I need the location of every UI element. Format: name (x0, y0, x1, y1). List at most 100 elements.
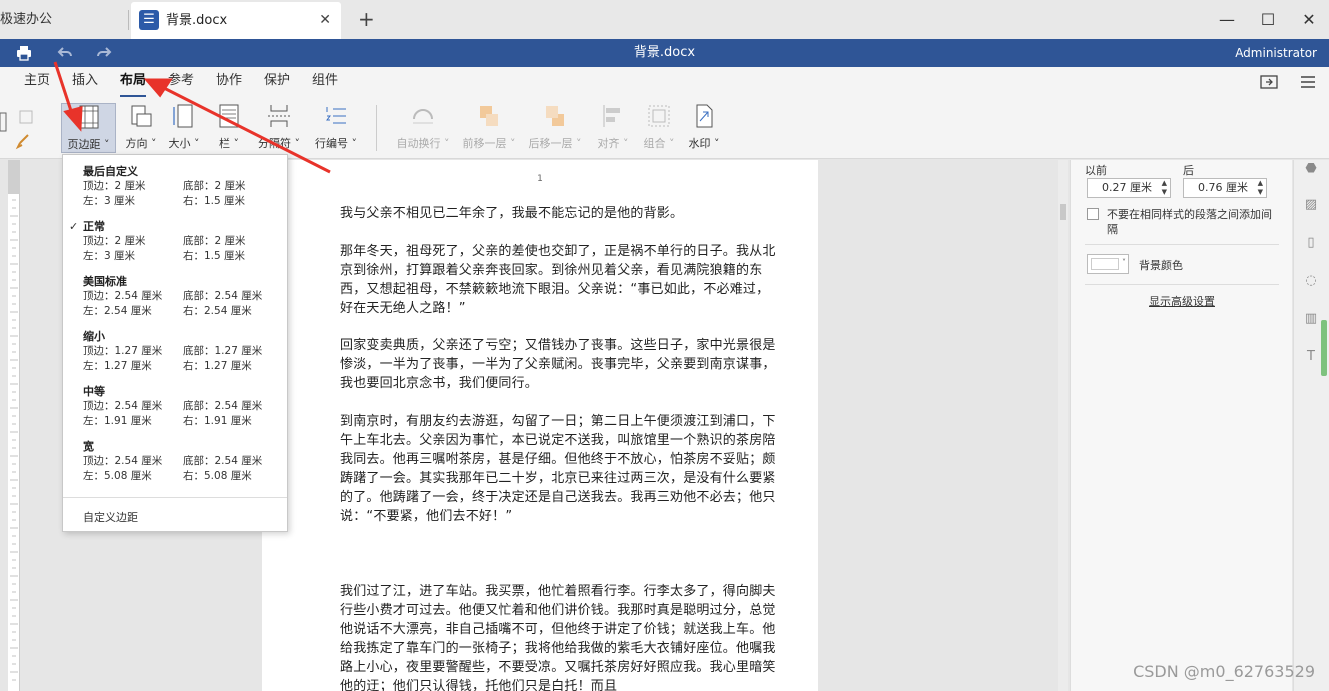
orientation-button[interactable]: 方向 ˅ (122, 103, 160, 153)
tab-components[interactable]: 组件 (312, 67, 338, 95)
watermark-button[interactable]: 水印 ˅ (684, 103, 724, 153)
chart-settings-icon[interactable]: ▥ (1302, 310, 1320, 328)
size-label: 大小 (168, 137, 191, 150)
orientation-label: 方向 (125, 137, 148, 150)
tab-home[interactable]: 主页 (24, 67, 50, 95)
tab-collaborate[interactable]: 协作 (216, 67, 242, 95)
option-title: 宽 (83, 440, 94, 453)
margin-option-us-standard[interactable]: 美国标准 顶边：2.54 厘米 底部：2.54 厘米 左：2.54 厘米 右：2.5… (83, 274, 283, 319)
redo-icon[interactable] (92, 39, 116, 70)
tab-insert[interactable]: 插入 (72, 67, 98, 95)
background-color-picker[interactable]: ˅ (1087, 254, 1129, 274)
paragraph[interactable]: 到南京时，有朋友约去游逛，勾留了一日；第二日上午便须渡江到浦口，下午上车北去。父… (340, 412, 778, 526)
orientation-icon (131, 105, 152, 127)
user-name[interactable]: Administrator (1235, 39, 1317, 67)
tab-app-label: 极速办公 (0, 12, 53, 27)
margin-left-value: 左：1.27 厘米 (83, 360, 152, 372)
spacing-after-value: 0.76 厘米 (1198, 181, 1248, 194)
image-settings-icon[interactable]: ▨ (1302, 196, 1320, 214)
margin-option-last-custom[interactable]: 最后自定义 顶边：2 厘米 底部：2 厘米 左：3 厘米 右：1.5 厘米 (83, 164, 283, 209)
page-number: 1 (537, 174, 543, 184)
columns-button[interactable]: 栏 ˅ (214, 103, 244, 153)
paragraph[interactable]: 我们过了江，进了车站。我买票，他忙着照看行李。行李太多了，得向脚夫行些小费才可过… (340, 582, 778, 691)
right-sidebar: ⬣ ▨ ▯ ◌ ▥ T (1293, 160, 1329, 691)
maximize-button[interactable]: ☐ (1253, 0, 1283, 39)
color-swatch (1091, 258, 1119, 270)
document-icon: ☰ (139, 10, 159, 30)
option-title: 最后自定义 (83, 165, 138, 178)
show-advanced-settings-link[interactable]: 显示高级设置 (1149, 293, 1215, 309)
header-footer-icon[interactable]: ▯ (1302, 234, 1320, 252)
tab-references[interactable]: 参考 (168, 67, 194, 95)
margin-bottom-value: 底部：2 厘米 (183, 180, 246, 192)
spin-arrows-icon[interactable]: ▲ ▼ (1162, 179, 1167, 197)
tab-document-title: 背景.docx (166, 13, 228, 28)
document-page[interactable]: 1 我与父亲不相见已二年余了，我最不能忘记的是他的背影。 那年冬天，祖母死了，父… (262, 160, 818, 691)
zoom-slider[interactable] (1321, 320, 1327, 376)
breaks-icon (268, 105, 290, 127)
no-space-label: 不要在相同样式的段落之间添加间隔 (1107, 208, 1272, 236)
tab-close-icon[interactable]: ✕ (319, 2, 331, 39)
margin-bottom-value: 底部：2.54 厘米 (183, 400, 263, 412)
line-numbers-button[interactable]: 行编号 ˅ (312, 103, 360, 153)
open-location-icon[interactable] (1260, 67, 1278, 99)
option-title: 中等 (83, 385, 105, 398)
margin-left-value: 左：2.54 厘米 (83, 305, 152, 317)
margin-right-value: 右：5.08 厘米 (183, 470, 252, 482)
spacing-before-input[interactable]: 0.27 厘米 ▲ ▼ (1087, 178, 1171, 198)
spin-arrows-icon[interactable]: ▲ ▼ (1258, 179, 1263, 197)
paragraph[interactable]: 回家变卖典质，父亲还了亏空；又借钱办了丧事。这些日子，家中光景很是惨淡，一半为了… (340, 336, 778, 393)
tab-app[interactable]: 极速办公 (0, 0, 128, 39)
vertical-ruler[interactable] (8, 160, 20, 691)
margin-option-narrow[interactable]: 缩小 顶边：1.27 厘米 底部：1.27 厘米 左：1.27 厘米 右：1.27 … (83, 329, 283, 374)
close-window-button[interactable]: ✕ (1294, 0, 1324, 39)
vertical-scrollbar[interactable] (1058, 160, 1068, 691)
margin-left-value: 左：3 厘米 (83, 250, 136, 262)
margin-bottom-value: 底部：2.54 厘米 (183, 455, 263, 467)
wrap-label: 自动换行 (396, 137, 441, 150)
margin-top-value: 顶边：1.27 厘米 (83, 345, 163, 357)
bring-forward-button[interactable]: 前移一层 ˅ (460, 103, 518, 153)
undo-icon[interactable] (53, 39, 77, 70)
menu-hamburger-icon[interactable] (1300, 67, 1316, 98)
margins-button[interactable]: 页边距 ˅ (61, 103, 116, 153)
tab-layout[interactable]: 布局 (120, 67, 147, 97)
scrollbar-thumb[interactable] (1060, 204, 1066, 220)
margin-option-wide[interactable]: 宽 顶边：2.54 厘米 底部：2.54 厘米 左：5.08 厘米 右：5.08 厘… (83, 439, 283, 484)
margin-option-normal[interactable]: 正常 顶边：2 厘米 底部：2 厘米 左：3 厘米 右：1.5 厘米 (83, 219, 283, 264)
tab-protect[interactable]: 保护 (264, 67, 290, 95)
margin-bottom-value: 底部：2 厘米 (183, 235, 246, 247)
page-size-icon (173, 104, 193, 128)
menu-bar: 主页 插入 布局 参考 协作 保护 组件 (0, 67, 1329, 97)
custom-margins-item[interactable]: 自定义边距 (83, 509, 138, 525)
document-title: 背景.docx (633, 45, 696, 60)
no-space-checkbox[interactable] (1087, 208, 1099, 220)
background-color-label: 背景颜色 (1139, 259, 1183, 272)
breaks-button[interactable]: 分隔符 ˅ (256, 103, 302, 153)
send-backward-button[interactable]: 后移一层 ˅ (526, 103, 584, 153)
shape-settings-icon[interactable]: ⬣ (1302, 160, 1320, 178)
wrap-button[interactable]: 自动换行 ˅ (394, 103, 452, 153)
align-button[interactable]: 对齐 ˅ (594, 103, 632, 153)
margin-left-value: 左：5.08 厘米 (83, 470, 152, 482)
margin-option-moderate[interactable]: 中等 顶边：2.54 厘米 底部：2.54 厘米 左：1.91 厘米 右：1.91 … (83, 384, 283, 429)
paragraph[interactable]: 那年冬天，祖母死了，父亲的差使也交卸了，正是祸不单行的日子。我从北京到徐州，打算… (340, 242, 778, 318)
print-icon[interactable] (12, 39, 36, 70)
paragraph[interactable]: 我与父亲不相见已二年余了，我最不能忘记的是他的背影。 (340, 204, 778, 223)
group-button[interactable]: 组合 ˅ (640, 103, 678, 153)
minimize-button[interactable]: — (1212, 0, 1242, 39)
line-numbers-label: 行编号 (315, 137, 348, 150)
option-title: 正常 (83, 220, 105, 233)
spacing-after-input[interactable]: 0.76 厘米 ▲ ▼ (1183, 178, 1267, 198)
new-tab-button[interactable]: + (358, 0, 375, 39)
line-numbers-icon (326, 107, 346, 124)
margin-top-value: 顶边：2.54 厘米 (83, 455, 163, 467)
clipboard-group (0, 103, 40, 153)
text-art-icon[interactable]: T (1302, 348, 1320, 366)
tab-document[interactable]: ☰ 背景.docx ✕ (131, 2, 341, 39)
bring-forward-icon (480, 106, 498, 126)
size-button[interactable]: 大小 ˅ (166, 103, 202, 153)
shape-icon[interactable]: ◌ (1302, 272, 1320, 290)
margin-top-value: 顶边：2.54 厘米 (83, 400, 163, 412)
breaks-label: 分隔符 (258, 137, 291, 150)
